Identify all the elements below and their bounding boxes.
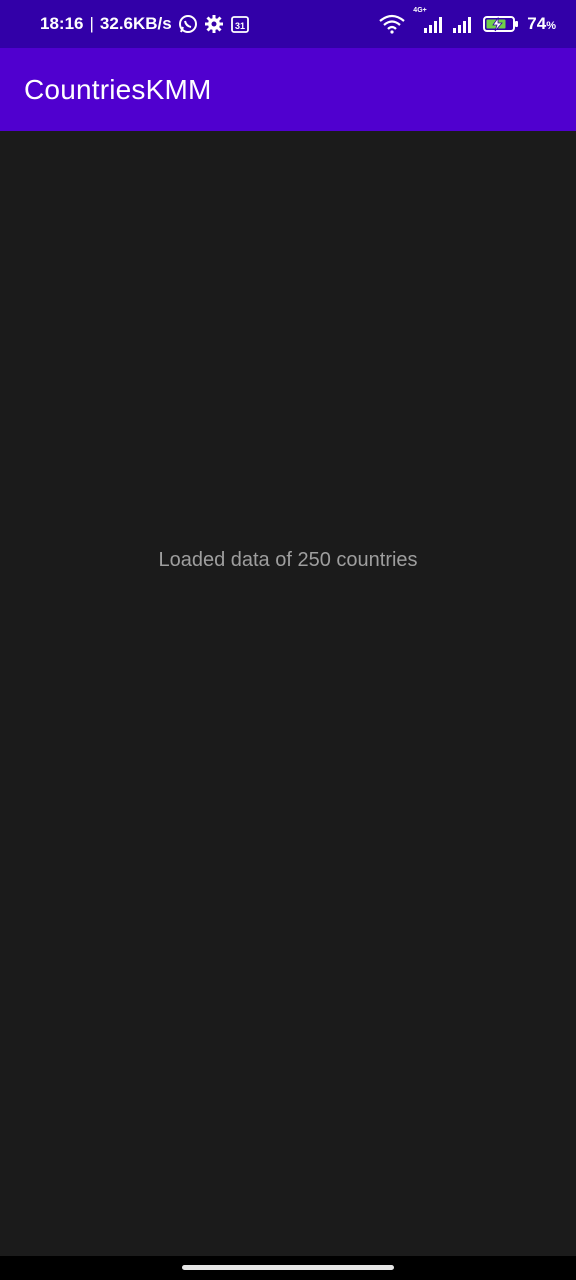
status-separator: | — [89, 14, 94, 33]
network-type-label: 4G+ — [413, 7, 427, 14]
signal-4g-icon: 4G+ — [413, 7, 443, 34]
status-bar-left: 18:16 | 32.6KB/s 31 — [40, 14, 250, 34]
loaded-data-message: Loaded data of 250 countries — [158, 549, 418, 571]
battery-percentage: 74% — [527, 14, 556, 34]
gesture-handle[interactable] — [182, 1265, 394, 1270]
battery-percent-unit: % — [546, 20, 556, 32]
app-title: CountriesKMM — [24, 73, 212, 105]
wifi-icon — [379, 14, 406, 34]
status-bar-right: 4G+ 74% — [379, 7, 556, 34]
status-time: 18:16 — [40, 14, 84, 33]
navigation-bar — [0, 1256, 576, 1280]
main-content — [0, 131, 576, 1256]
status-net-speed: 32.6KB/s — [99, 14, 172, 33]
status-bar: 18:16 | 32.6KB/s 31 4G+ 74% — [0, 0, 576, 48]
svg-text:31: 31 — [235, 21, 245, 31]
calendar-31-icon: 31 — [230, 14, 250, 34]
whatsapp-icon — [178, 14, 198, 34]
settings-gear-icon — [204, 14, 224, 34]
signal-icon — [451, 14, 475, 34]
battery-percent-value: 74 — [527, 14, 547, 33]
app-bar: CountriesKMM — [0, 48, 576, 131]
battery-charging-icon — [483, 14, 519, 34]
